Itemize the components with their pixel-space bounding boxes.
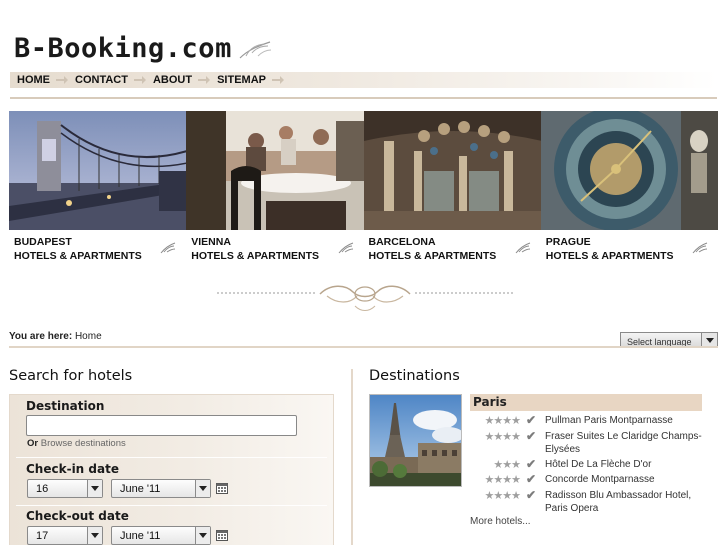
city-heading-paris: Paris [470,394,702,411]
breadcrumb-divider [9,346,718,348]
checkin-day-select[interactable]: 16 [27,479,103,498]
search-form: Destination Or Browse destinations Check… [9,394,334,545]
check-icon: ✔ [526,457,537,471]
hotel-link[interactable]: Concorde Montparnasse [545,473,705,486]
city-strip: BUDAPEST HOTELS & APARTMENTS VIENNA HOTE… [9,111,718,263]
city-label-vienna[interactable]: VIENNA HOTELS & APARTMENTS [191,235,319,263]
field-divider [16,505,327,506]
nav-sitemap[interactable]: SITEMAP [217,74,266,86]
check-icon: ✔ [526,472,537,486]
vienna-photo[interactable] [186,111,364,230]
nav-contact[interactable]: CONTACT [75,74,128,86]
calendar-icon[interactable] [216,483,228,494]
destinations-title: Destinations [369,368,460,384]
checkout-label: Check-out date [26,509,129,523]
city-label-barcelona[interactable]: BARCELONA HOTELS & APARTMENTS [369,235,497,263]
checkout-day-select[interactable]: 17 [27,526,103,545]
budapest-photo[interactable] [9,111,187,230]
feather-icon [338,242,353,254]
city-label-budapest[interactable]: BUDAPEST HOTELS & APARTMENTS [14,235,142,263]
field-divider [16,457,327,458]
arrow-separator-icon [133,76,146,84]
check-icon: ✔ [526,488,537,502]
breadcrumb-current[interactable]: Home [75,331,102,342]
check-icon: ✔ [526,429,537,443]
star-rating: ★★★★ [484,415,521,427]
hotel-link[interactable]: Radisson Blu Ambassador Hotel, Paris Ope… [545,489,705,515]
site-logo[interactable]: B-Booking.com [14,30,272,66]
city-label-prague[interactable]: PRAGUE HOTELS & APARTMENTS [546,235,674,263]
star-rating: ★★★★ [484,431,521,443]
chevron-down-icon [195,480,210,497]
hotel-link[interactable]: Pullman Paris Montparnasse [545,414,705,427]
chevron-down-icon [195,527,210,544]
feather-icon [692,242,708,254]
checkout-month-select[interactable]: June '11 [111,526,211,545]
feather-flourish-icon [239,41,271,59]
chevron-down-icon [87,480,102,497]
ornament-divider-icon [217,285,513,311]
breadcrumb-prefix: You are here: [9,331,73,342]
city-card-vienna[interactable]: VIENNA HOTELS & APARTMENTS [186,111,364,263]
breadcrumb: You are here: Home [9,331,102,342]
city-card-budapest[interactable]: BUDAPEST HOTELS & APARTMENTS [9,111,187,263]
checkin-label: Check-in date [26,462,119,476]
barcelona-photo[interactable] [363,111,541,230]
hotel-link[interactable]: Hôtel De La Flèche D'or [545,458,705,471]
language-select[interactable]: Select language [620,332,718,346]
browse-destinations-link[interactable]: Browse destinations [41,438,126,449]
city-card-barcelona[interactable]: BARCELONA HOTELS & APARTMENTS [363,111,541,263]
arrow-separator-icon [198,76,211,84]
check-icon: ✔ [526,413,537,427]
chevron-down-icon [87,527,102,544]
more-hotels-link[interactable]: More hotels... [470,516,531,527]
feather-icon [515,242,530,254]
star-rating: ★★★ [493,459,521,471]
browse-destinations: Or Browse destinations [27,438,126,449]
language-select-value: Select language [627,337,692,346]
paris-photo[interactable] [369,394,462,487]
feather-icon [160,242,176,254]
nav-home[interactable]: HOME [17,74,50,86]
arrow-separator-icon [271,76,284,84]
logo-text: B-Booking.com [14,32,232,64]
search-title: Search for hotels [9,368,133,384]
arrow-separator-icon [56,76,68,84]
destination-input[interactable] [26,415,297,436]
destination-label: Destination [26,399,105,413]
city-card-prague[interactable]: PRAGUE HOTELS & APARTMENTS [540,111,718,263]
chevron-down-icon[interactable] [701,333,717,346]
nav-about[interactable]: ABOUT [153,74,192,86]
hotel-link[interactable]: Fraser Suites Le Claridge Champs-Elysées [545,430,705,456]
star-rating: ★★★★ [484,490,521,502]
main-nav: HOME CONTACT ABOUT SITEMAP [10,72,717,88]
calendar-icon[interactable] [216,530,228,541]
checkin-month-select[interactable]: June '11 [111,479,211,498]
column-divider [351,369,353,545]
prague-photo[interactable] [540,111,718,230]
star-rating: ★★★★ [484,474,521,486]
header-divider [10,97,717,99]
